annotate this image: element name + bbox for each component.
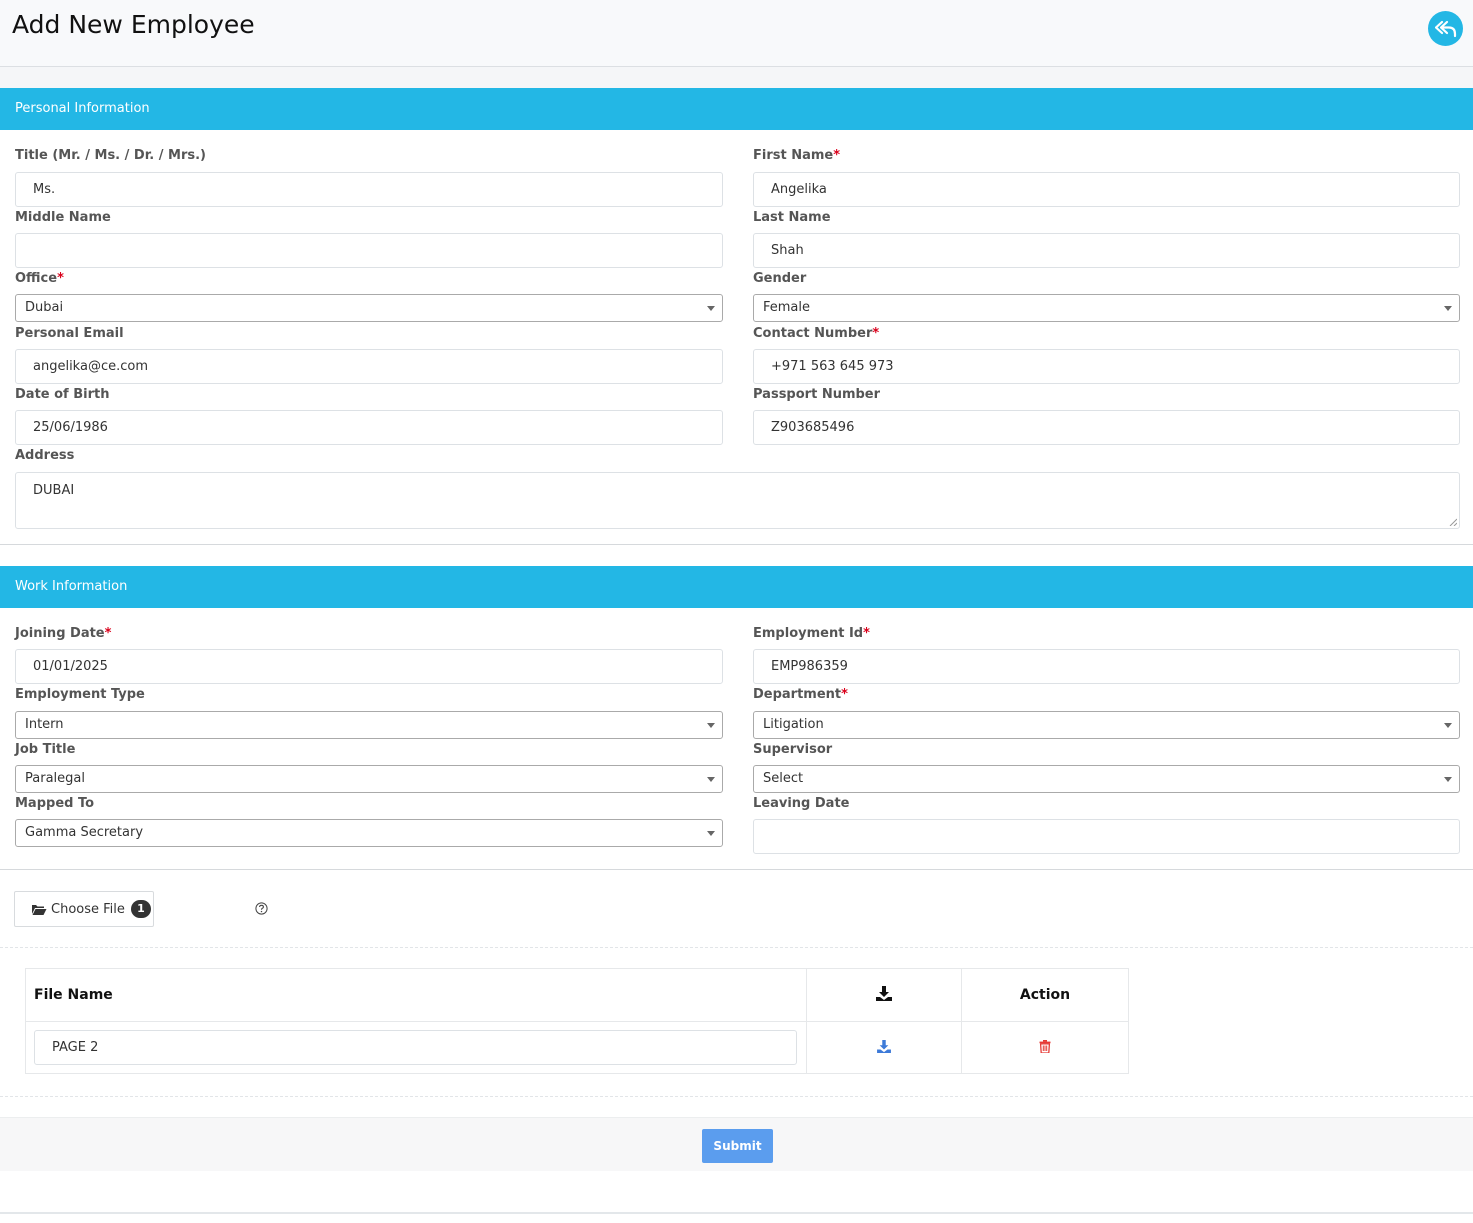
upload-area: Choose File 1 bbox=[0, 870, 1473, 948]
joining-date-label: Joining Date* bbox=[15, 626, 112, 641]
office-selected-value: Dubai bbox=[25, 300, 64, 315]
download-cell bbox=[806, 1021, 962, 1074]
leaving-date-label: Leaving Date bbox=[753, 796, 850, 811]
department-label: Department* bbox=[753, 687, 848, 702]
job-title-label: Job Title bbox=[15, 742, 76, 757]
choose-file-label: Choose File bbox=[51, 901, 125, 917]
table-separator bbox=[0, 1096, 1473, 1097]
caret-down-icon bbox=[707, 723, 715, 728]
caret-down-icon bbox=[1444, 723, 1452, 728]
col-action: Action bbox=[961, 968, 1129, 1022]
reply-all-icon bbox=[1434, 20, 1456, 37]
last-name-label: Last Name bbox=[753, 210, 831, 225]
contact-number-label: Contact Number* bbox=[753, 326, 880, 341]
address-textarea[interactable]: DUBAI bbox=[15, 472, 1460, 529]
caret-down-icon bbox=[707, 777, 715, 782]
supervisor-label: Supervisor bbox=[753, 742, 833, 757]
mapped-to-value: Gamma Secretary bbox=[25, 825, 144, 840]
submit-button[interactable]: Submit bbox=[702, 1129, 773, 1163]
spacer-band bbox=[0, 67, 1473, 88]
personal-email-label: Personal Email bbox=[15, 326, 124, 341]
caret-down-icon bbox=[707, 306, 715, 311]
work-section-title: Work Information bbox=[0, 566, 1473, 608]
employment-type-value: Intern bbox=[25, 717, 64, 732]
col-file-name: File Name bbox=[25, 968, 807, 1022]
address-value: DUBAI bbox=[33, 483, 75, 498]
mapped-to-label: Mapped To bbox=[15, 796, 95, 811]
personal-section-title: Personal Information bbox=[0, 88, 1473, 130]
title-input[interactable]: Ms. bbox=[15, 172, 723, 207]
department-select[interactable]: Litigation bbox=[753, 711, 1460, 739]
caret-down-icon bbox=[707, 831, 715, 836]
first-name-label: First Name* bbox=[753, 148, 841, 163]
contact-number-input[interactable]: +971 563 645 973 bbox=[753, 349, 1460, 384]
file-table: File Name Action PAGE 2 bbox=[25, 968, 1129, 1074]
page-header: Add New Employee bbox=[0, 0, 1473, 67]
department-value: Litigation bbox=[763, 717, 824, 732]
passport-number-label: Passport Number bbox=[753, 387, 881, 402]
employment-id-input[interactable]: EMP986359 bbox=[753, 649, 1460, 684]
caret-down-icon bbox=[1444, 306, 1452, 311]
last-name-input[interactable]: Shah bbox=[753, 233, 1460, 268]
leaving-date-input[interactable] bbox=[753, 819, 1460, 854]
gender-selected-value: Female bbox=[763, 300, 811, 315]
caret-down-icon bbox=[1444, 777, 1452, 782]
job-title-select[interactable]: Paralegal bbox=[15, 765, 723, 793]
dob-input[interactable]: 25/06/1986 bbox=[15, 410, 723, 445]
choose-file-button[interactable]: Choose File 1 bbox=[14, 891, 154, 927]
action-cell bbox=[961, 1021, 1129, 1074]
job-title-value: Paralegal bbox=[25, 771, 85, 786]
file-name-input[interactable]: PAGE 2 bbox=[34, 1030, 797, 1065]
title-label: Title (Mr. / Ms. / Dr. / Mrs.) bbox=[15, 148, 206, 163]
first-name-input[interactable]: Angelika bbox=[753, 172, 1460, 207]
gender-label: Gender bbox=[753, 271, 807, 286]
resize-handle-icon[interactable] bbox=[1449, 518, 1457, 526]
supervisor-select[interactable]: Select bbox=[753, 765, 1460, 793]
office-select[interactable]: Dubai bbox=[15, 294, 723, 322]
work-information-section: Work Information Joining Date* 01/01/202… bbox=[0, 566, 1473, 870]
download-icon bbox=[876, 985, 892, 1001]
employment-type-select[interactable]: Intern bbox=[15, 711, 723, 739]
dob-label: Date of Birth bbox=[15, 387, 110, 402]
folder-open-icon bbox=[32, 904, 47, 915]
trash-icon[interactable] bbox=[1039, 1040, 1051, 1054]
mapped-to-select[interactable]: Gamma Secretary bbox=[15, 819, 723, 847]
passport-number-input[interactable]: Z903685496 bbox=[753, 410, 1460, 445]
download-file-icon[interactable] bbox=[877, 1040, 891, 1053]
table-row: PAGE 2 bbox=[25, 1021, 1129, 1074]
personal-email-input[interactable]: angelika@ce.com bbox=[15, 349, 723, 384]
employment-id-label: Employment Id* bbox=[753, 626, 870, 641]
col-download bbox=[806, 968, 962, 1022]
middle-name-label: Middle Name bbox=[15, 210, 111, 225]
personal-information-section: Personal Information Title (Mr. / Ms. / … bbox=[0, 88, 1473, 545]
office-label: Office* bbox=[15, 271, 64, 286]
middle-name-input[interactable] bbox=[15, 233, 723, 268]
joining-date-input[interactable]: 01/01/2025 bbox=[15, 649, 723, 684]
employment-type-label: Employment Type bbox=[15, 687, 145, 702]
file-name-cell: PAGE 2 bbox=[25, 1021, 807, 1074]
form-footer: Submit bbox=[0, 1117, 1473, 1171]
gender-select[interactable]: Female bbox=[753, 294, 1460, 322]
address-label: Address bbox=[15, 448, 75, 463]
back-button[interactable] bbox=[1428, 11, 1463, 46]
question-circle-icon[interactable] bbox=[255, 902, 268, 915]
table-header-row: File Name Action bbox=[25, 968, 1129, 1022]
supervisor-value: Select bbox=[763, 771, 804, 786]
file-count-badge: 1 bbox=[130, 900, 151, 918]
page-title: Add New Employee bbox=[12, 10, 255, 39]
bottom-divider bbox=[0, 1212, 1473, 1214]
